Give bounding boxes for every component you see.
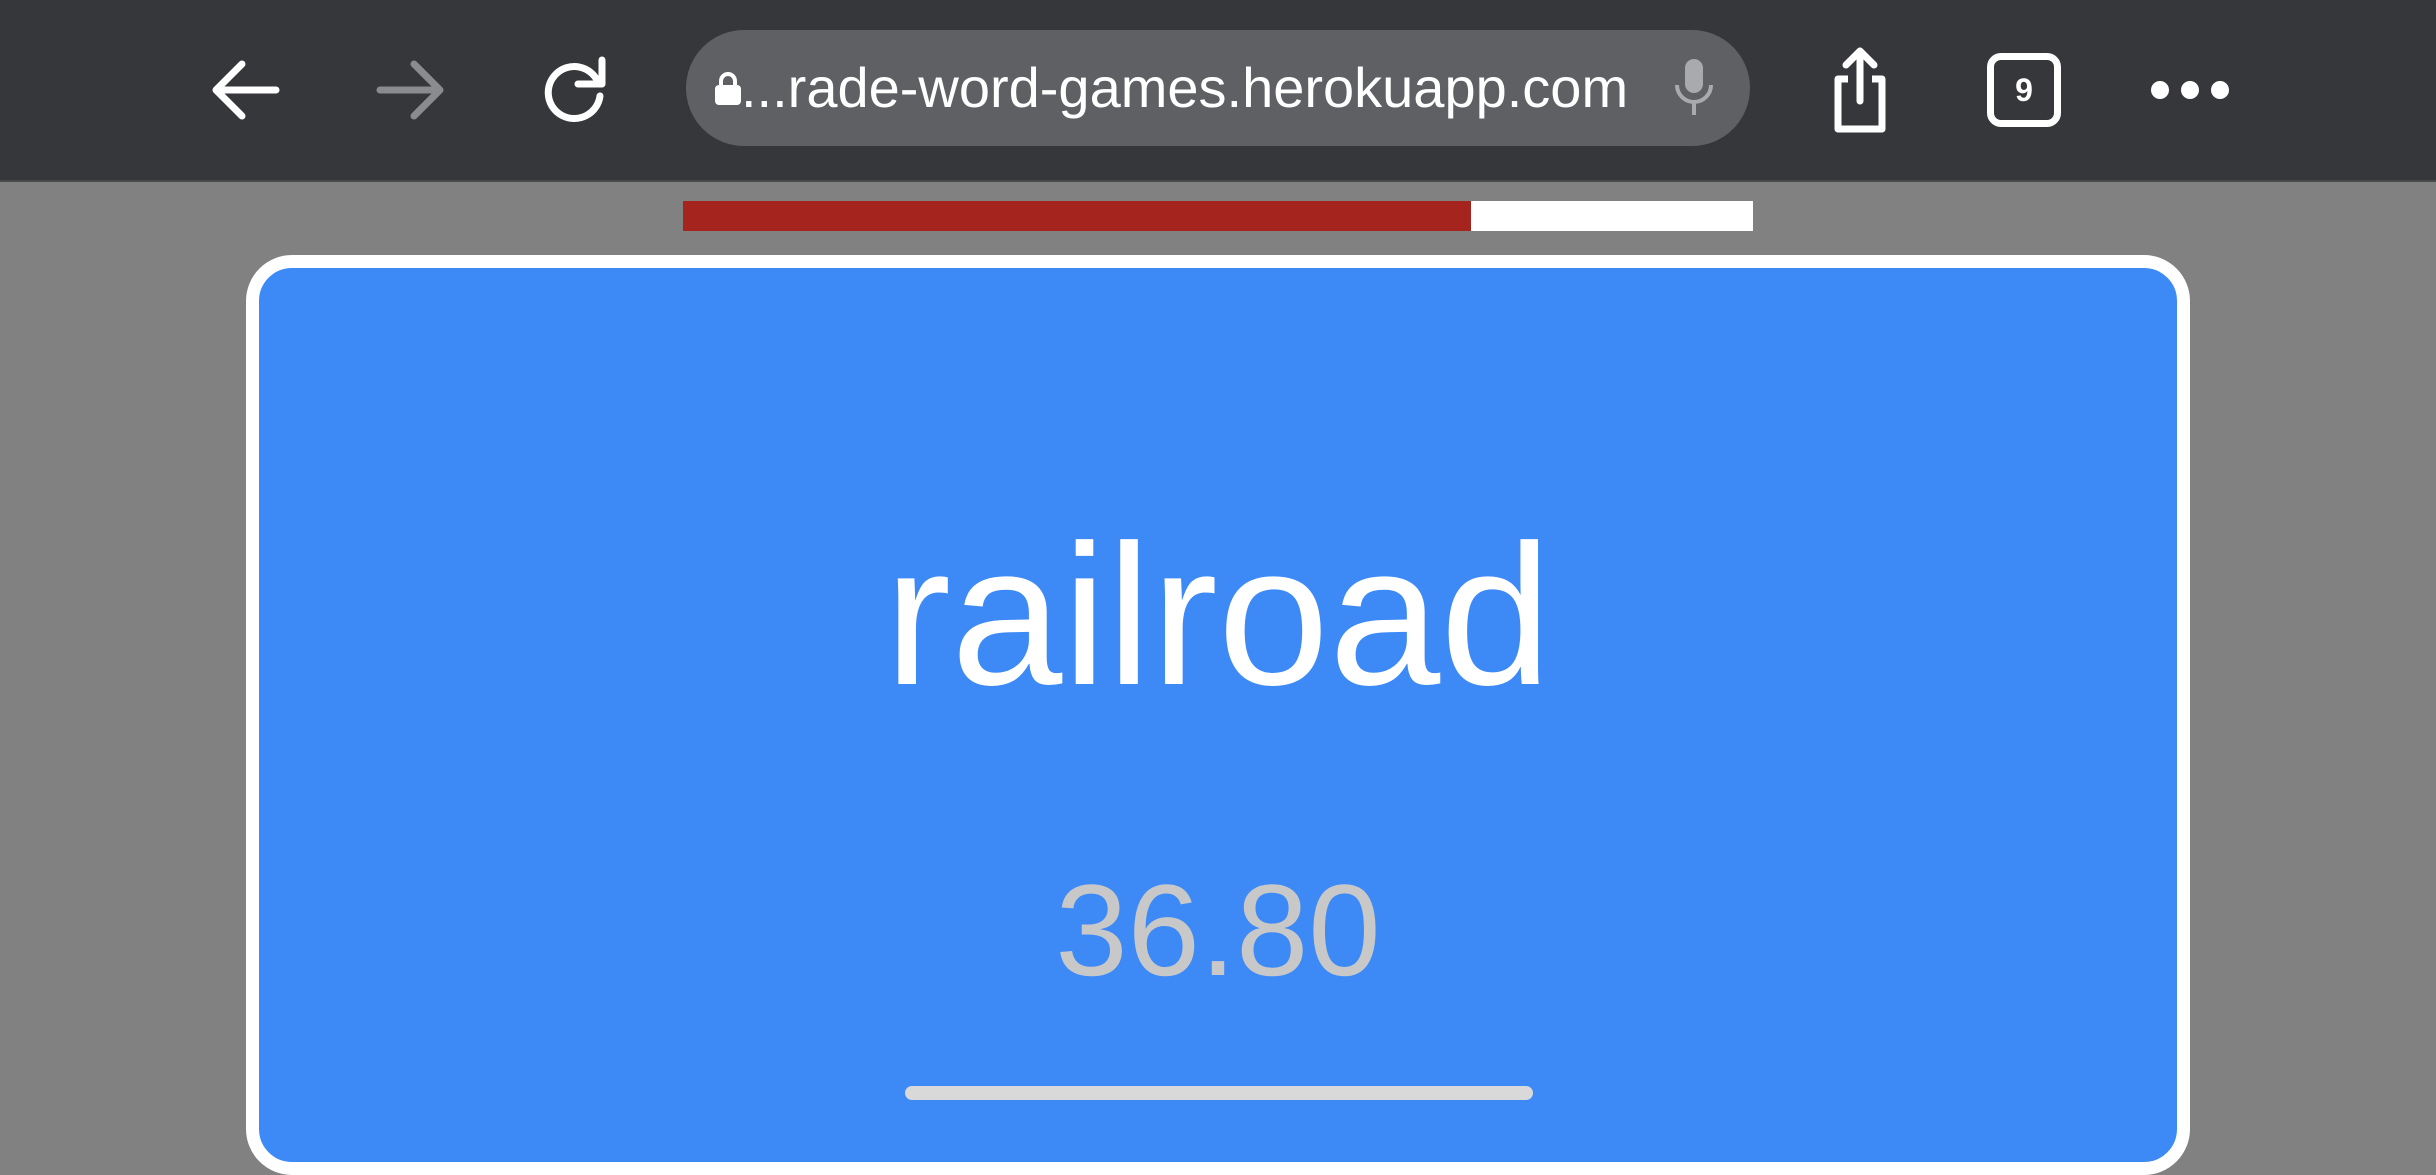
timer-bar-fill bbox=[683, 201, 1471, 231]
address-bar[interactable]: ...rade-word-games.herokuapp.com bbox=[686, 30, 1750, 146]
word-card[interactable]: railroad 36.80 bbox=[246, 255, 2190, 1175]
more-button[interactable] bbox=[2140, 40, 2240, 140]
tabs-icon: 9 bbox=[1987, 53, 2061, 127]
share-icon bbox=[1834, 47, 1886, 133]
arrow-right-icon bbox=[376, 60, 444, 120]
reload-icon bbox=[544, 56, 606, 123]
tabs-button[interactable]: 9 bbox=[1974, 40, 2074, 140]
timer-bar bbox=[683, 201, 1753, 231]
url-text: ...rade-word-games.herokuapp.com bbox=[741, 56, 1629, 119]
back-button[interactable] bbox=[196, 40, 296, 140]
reload-button[interactable] bbox=[526, 40, 626, 140]
forward-button[interactable] bbox=[360, 40, 460, 140]
more-icon bbox=[2151, 81, 2229, 99]
browser-toolbar: ...rade-word-games.herokuapp.com 9 bbox=[0, 0, 2436, 182]
tab-count: 9 bbox=[2015, 72, 2033, 108]
word-text: railroad bbox=[884, 504, 1552, 727]
score-text: 36.80 bbox=[1055, 857, 1381, 1003]
microphone-icon[interactable] bbox=[1664, 30, 1724, 146]
arrow-left-icon bbox=[212, 60, 280, 120]
home-indicator[interactable] bbox=[905, 1086, 1533, 1100]
share-button[interactable] bbox=[1810, 40, 1910, 140]
